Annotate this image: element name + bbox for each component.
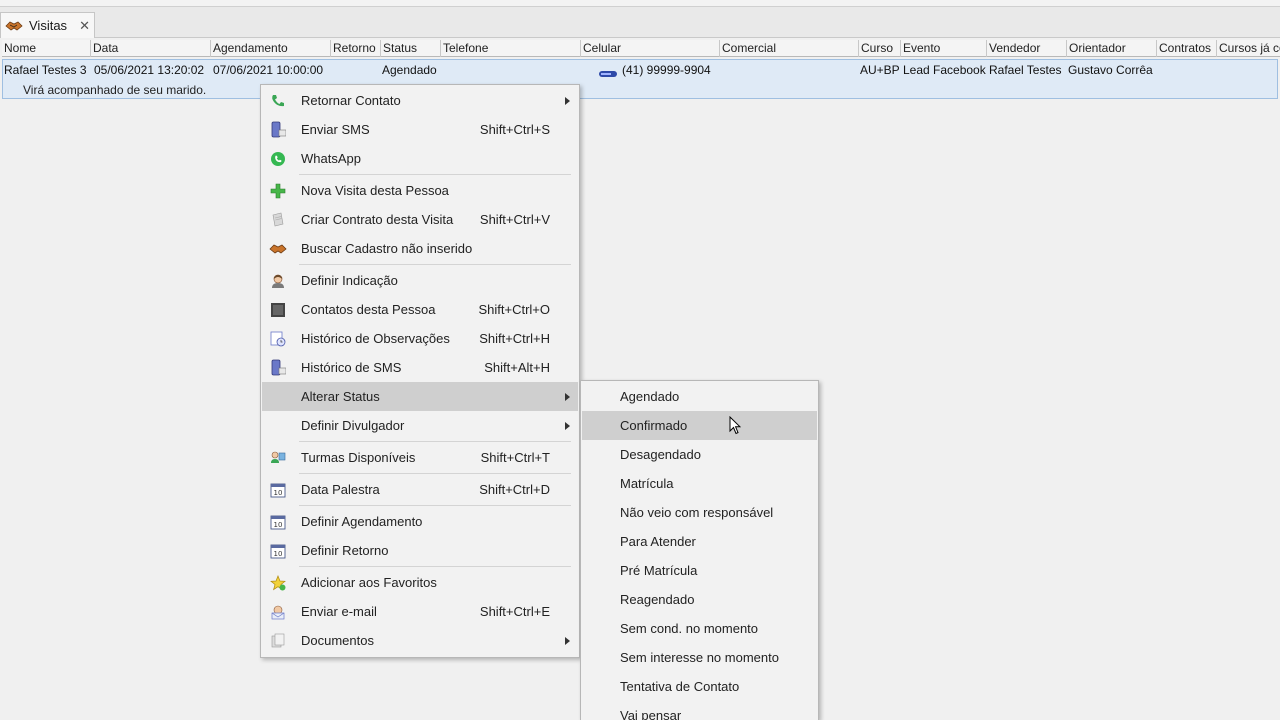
menu-item-definir-retorno[interactable]: 10 Definir Retorno	[262, 536, 578, 565]
status-option-confirmado[interactable]: Confirmado	[582, 411, 817, 440]
status-option-desagendado[interactable]: Desagendado	[582, 440, 817, 469]
menu-item-buscar-cadastro[interactable]: Buscar Cadastro não inserido	[262, 234, 578, 263]
documents-icon	[269, 632, 287, 650]
status-option-nao-veio[interactable]: Não veio com responsável	[582, 498, 817, 527]
status-option-para-atender[interactable]: Para Atender	[582, 527, 817, 556]
menu-item-data-palestra[interactable]: 10 Data Palestra Shift+Ctrl+D	[262, 475, 578, 504]
menu-item-definir-divulgador[interactable]: Definir Divulgador	[262, 411, 578, 440]
col-cursos[interactable]: Cursos já co	[1216, 40, 1280, 57]
tab-label: Visitas	[29, 18, 68, 33]
class-icon	[269, 449, 287, 467]
calendar-icon: 10	[269, 513, 287, 531]
submenu-arrow-icon	[565, 97, 570, 105]
col-data[interactable]: Data	[90, 40, 210, 57]
cell-celular: (41) 99999-9904	[622, 63, 711, 77]
col-nome[interactable]: Nome	[2, 40, 90, 57]
person-icon	[269, 272, 287, 290]
menu-item-enviar-sms[interactable]: Enviar SMS Shift+Ctrl+S	[262, 115, 578, 144]
col-contratos[interactable]: Contratos	[1156, 40, 1216, 57]
menu-separator	[299, 566, 571, 567]
menu-separator	[299, 264, 571, 265]
status-option-vai-pensar[interactable]: Vai pensar	[582, 701, 817, 720]
top-strip	[0, 0, 1280, 7]
tab-bar: Visitas ✕	[0, 7, 1280, 38]
submenu-arrow-icon	[565, 637, 570, 645]
sms-icon	[269, 121, 287, 139]
email-icon	[269, 603, 287, 621]
col-celular[interactable]: Celular	[580, 40, 719, 57]
cell-curso: AU+BP	[860, 63, 900, 77]
status-option-reagendado[interactable]: Reagendado	[582, 585, 817, 614]
menu-item-adicionar-favoritos[interactable]: Adicionar aos Favoritos	[262, 568, 578, 597]
menu-item-nova-visita[interactable]: Nova Visita desta Pessoa	[262, 176, 578, 205]
menu-item-contatos[interactable]: Contatos desta Pessoa Shift+Ctrl+O	[262, 295, 578, 324]
svg-text:10: 10	[274, 489, 283, 497]
menu-separator	[299, 441, 571, 442]
table-row[interactable]: Rafael Testes 3 05/06/2021 13:20:02 07/0…	[2, 59, 1278, 99]
plus-icon	[269, 182, 287, 200]
menu-item-alterar-status[interactable]: Alterar Status	[262, 382, 578, 411]
row-observation: Virá acompanhado de seu marido.	[23, 83, 207, 97]
contacts-icon	[269, 301, 287, 319]
cell-orientador: Gustavo Corrêa	[1068, 63, 1153, 77]
cell-status: Agendado	[382, 63, 437, 77]
menu-item-whatsapp[interactable]: WhatsApp	[262, 144, 578, 173]
status-option-tentativa-contato[interactable]: Tentativa de Contato	[582, 672, 817, 701]
menu-item-documentos[interactable]: Documentos	[262, 626, 578, 655]
menu-separator	[299, 174, 571, 175]
menu-item-definir-indicacao[interactable]: Definir Indicação	[262, 266, 578, 295]
status-option-agendado[interactable]: Agendado	[582, 382, 817, 411]
col-status[interactable]: Status	[380, 40, 440, 57]
cell-vendedor: Rafael Testes	[989, 63, 1062, 77]
context-menu: Retornar Contato Enviar SMS Shift+Ctrl+S…	[260, 84, 580, 658]
menu-item-historico-observacoes[interactable]: Histórico de Observações Shift+Ctrl+H	[262, 324, 578, 353]
status-option-pre-matricula[interactable]: Pré Matrícula	[582, 556, 817, 585]
status-submenu: Agendado Confirmado Desagendado Matrícul…	[580, 380, 819, 720]
star-icon	[269, 574, 287, 592]
menu-item-turmas-disponiveis[interactable]: Turmas Disponíveis Shift+Ctrl+T	[262, 443, 578, 472]
handshake-icon	[269, 240, 287, 258]
close-icon[interactable]: ✕	[79, 18, 90, 34]
mouse-cursor-icon	[729, 415, 742, 435]
submenu-arrow-icon	[565, 422, 570, 430]
handshake-icon	[5, 19, 25, 33]
mobile-phone-icon	[599, 66, 617, 80]
status-option-matricula[interactable]: Matrícula	[582, 469, 817, 498]
calendar-icon: 10	[269, 542, 287, 560]
col-evento[interactable]: Evento	[900, 40, 986, 57]
col-orientador[interactable]: Orientador	[1066, 40, 1156, 57]
col-comercial[interactable]: Comercial	[719, 40, 858, 57]
col-vendedor[interactable]: Vendedor	[986, 40, 1066, 57]
whatsapp-icon	[269, 150, 287, 168]
menu-item-retornar-contato[interactable]: Retornar Contato	[262, 86, 578, 115]
notes-history-icon	[269, 330, 287, 348]
cell-data: 05/06/2021 13:20:02	[94, 63, 205, 77]
calendar-icon: 10	[269, 481, 287, 499]
svg-text:10: 10	[274, 521, 283, 529]
svg-text:10: 10	[274, 550, 283, 558]
grid-header: Nome Data Agendamento Retorno Status Tel…	[2, 40, 1280, 57]
col-retorno[interactable]: Retorno	[330, 40, 380, 57]
menu-item-criar-contrato[interactable]: Criar Contrato desta Visita Shift+Ctrl+V	[262, 205, 578, 234]
status-option-sem-interesse[interactable]: Sem interesse no momento	[582, 643, 817, 672]
phone-icon	[269, 92, 287, 110]
status-option-sem-cond[interactable]: Sem cond. no momento	[582, 614, 817, 643]
sms-history-icon	[269, 359, 287, 377]
menu-separator	[299, 473, 571, 474]
cell-agendamento: 07/06/2021 10:00:00	[213, 63, 324, 77]
cell-evento: Lead Facebook	[903, 63, 986, 77]
tab-visitas[interactable]: Visitas ✕	[0, 12, 95, 38]
cell-nome: Rafael Testes 3	[4, 63, 87, 77]
menu-item-historico-sms[interactable]: Histórico de SMS Shift+Alt+H	[262, 353, 578, 382]
contract-icon	[269, 211, 287, 229]
menu-separator	[299, 505, 571, 506]
menu-item-enviar-email[interactable]: Enviar e-mail Shift+Ctrl+E	[262, 597, 578, 626]
col-curso[interactable]: Curso	[858, 40, 900, 57]
submenu-arrow-icon	[565, 393, 570, 401]
col-agendamento[interactable]: Agendamento	[210, 40, 330, 57]
col-telefone[interactable]: Telefone	[440, 40, 580, 57]
menu-item-definir-agendamento[interactable]: 10 Definir Agendamento	[262, 507, 578, 536]
